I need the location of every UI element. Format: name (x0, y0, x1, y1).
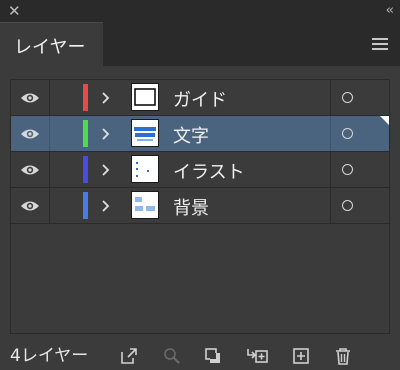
layer-name[interactable]: ガイド (173, 86, 227, 112)
close-icon[interactable]: ✕ (8, 2, 21, 20)
layer-row[interactable]: ガイド (11, 80, 389, 116)
eye-icon[interactable] (20, 200, 40, 212)
column-divider (49, 188, 50, 223)
column-divider (330, 188, 331, 223)
tab-label: レイヤー (14, 37, 86, 58)
layer-row[interactable]: 文字 (11, 116, 389, 152)
tab-bar: レイヤー (0, 22, 400, 66)
collapse-panel-icon[interactable]: ‹‹ (386, 2, 395, 20)
column-divider (330, 80, 331, 115)
export-icon[interactable] (120, 347, 138, 365)
layer-color-bar (83, 84, 88, 111)
layer-row[interactable]: イラスト (11, 152, 389, 188)
layer-thumbnail (131, 83, 159, 111)
panel-footer: 4レイヤー (0, 342, 400, 370)
layer-count: 4レイヤー (10, 346, 89, 366)
layer-row[interactable]: 背景 (11, 188, 389, 224)
layers-list: ガイド 文字 イラスト 背景 (10, 79, 390, 334)
column-divider (49, 116, 50, 151)
layer-color-bar (83, 192, 88, 219)
column-divider (330, 116, 331, 151)
panel-menu-icon[interactable] (372, 38, 388, 51)
chevron-right-icon[interactable] (101, 199, 110, 213)
selection-indicator (380, 116, 389, 125)
panel-titlebar: ✕ ‹‹ (0, 0, 400, 22)
eye-icon[interactable] (20, 92, 40, 104)
target-circle-icon[interactable] (342, 200, 353, 211)
target-circle-icon[interactable] (342, 92, 353, 103)
target-circle-icon[interactable] (342, 164, 353, 175)
eye-icon[interactable] (20, 164, 40, 176)
layer-color-bar (83, 120, 88, 147)
search-icon[interactable] (163, 347, 181, 365)
column-divider (49, 80, 50, 115)
new-sublayer-icon[interactable] (246, 347, 268, 365)
trash-icon[interactable] (334, 347, 352, 365)
chevron-right-icon[interactable] (101, 127, 110, 141)
layer-thumbnail (131, 119, 159, 147)
chevron-right-icon[interactable] (101, 91, 110, 105)
chevron-right-icon[interactable] (101, 163, 110, 177)
layer-name[interactable]: 背景 (173, 194, 209, 220)
eye-icon[interactable] (20, 128, 40, 140)
target-circle-icon[interactable] (342, 128, 353, 139)
clipping-mask-icon[interactable] (204, 347, 222, 365)
tab-layers[interactable]: レイヤー (0, 22, 103, 66)
column-divider (330, 152, 331, 187)
layer-thumbnail (131, 155, 159, 183)
column-divider (49, 152, 50, 187)
new-layer-icon[interactable] (292, 347, 310, 365)
layer-name[interactable]: 文字 (173, 122, 209, 148)
layer-color-bar (83, 156, 88, 183)
layer-thumbnail (131, 191, 159, 219)
layer-name[interactable]: イラスト (173, 158, 245, 184)
